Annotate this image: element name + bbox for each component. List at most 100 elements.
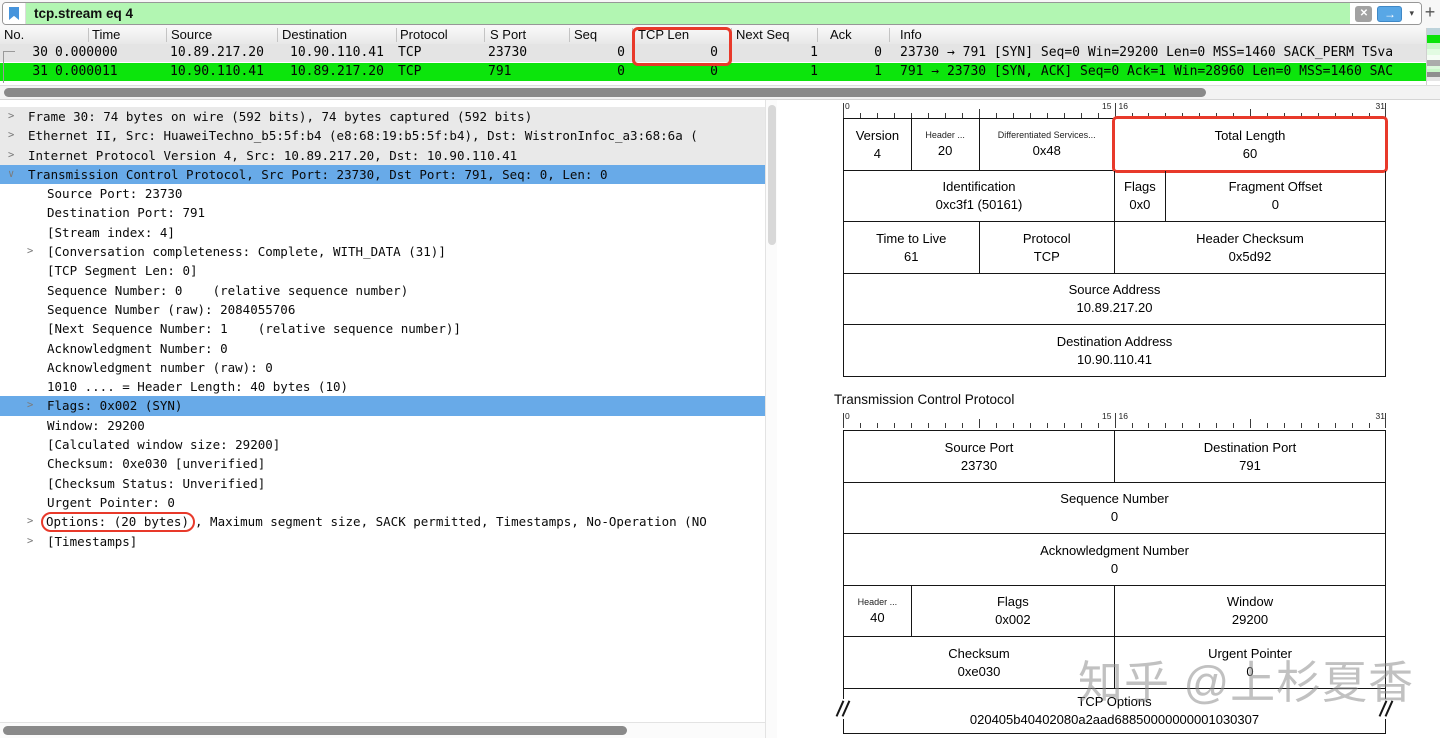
detail-tree-row[interactable]: >Internet Protocol Version 4, Src: 10.89… <box>0 146 765 165</box>
field-fragment-offset[interactable]: Fragment Offset0 <box>1166 171 1386 223</box>
field-source-port[interactable]: Source Port23730 <box>844 431 1115 483</box>
detail-tree-row[interactable]: [Next Sequence Number: 1 (relative seque… <box>0 319 765 338</box>
detail-tree-row[interactable]: Window: 29200 <box>0 416 765 435</box>
column-header-seq[interactable]: Seq <box>574 26 597 44</box>
detail-tree-row[interactable]: >Frame 30: 74 bytes on wire (592 bits), … <box>0 107 765 126</box>
field-identification[interactable]: Identification0xc3f1 (50161) <box>844 171 1115 223</box>
field-time-to-live[interactable]: Time to Live61 <box>844 222 980 274</box>
field-flags[interactable]: Flags0x002 <box>912 586 1115 638</box>
detail-tree-row[interactable]: [Calculated window size: 29200] <box>0 435 765 454</box>
chevron-down-icon[interactable]: ∨ <box>8 165 14 184</box>
display-filter-field[interactable]: tcp.stream eq 4 ✕ → ▾ <box>2 2 1422 25</box>
field-version[interactable]: Version4 <box>844 119 912 171</box>
detail-tree-row[interactable]: Checksum: 0xe030 [unverified] <box>0 454 765 473</box>
field-value: 0x5d92 <box>1229 249 1272 264</box>
field-label: Flags <box>997 594 1029 609</box>
ruler-tick <box>894 423 895 428</box>
field-flags[interactable]: Flags0x0 <box>1115 171 1166 223</box>
detail-tree-row[interactable]: Acknowledgment Number: 0 <box>0 339 765 358</box>
field-protocol[interactable]: ProtocolTCP <box>980 222 1116 274</box>
detail-tree-row[interactable]: Urgent Pointer: 0 <box>0 493 765 512</box>
ruler-label: 16 <box>1119 101 1128 111</box>
column-divider[interactable] <box>166 28 167 42</box>
ruler-tick <box>1047 423 1048 428</box>
ruler-label: 15 <box>1102 101 1111 111</box>
detail-tree-row[interactable]: Sequence Number: 0 (relative sequence nu… <box>0 281 765 300</box>
chevron-right-icon[interactable]: > <box>8 126 14 145</box>
filter-bookmark-button[interactable] <box>3 3 26 24</box>
field-source-address[interactable]: Source Address10.89.217.20 <box>844 274 1386 326</box>
column-header-tcp-len[interactable]: TCP Len <box>638 26 689 44</box>
column-divider[interactable] <box>632 28 633 42</box>
column-header-s-port[interactable]: S Port <box>490 26 526 44</box>
packet-row[interactable]: 310.00001110.90.110.4110.89.217.20TCP791… <box>0 63 1426 81</box>
chevron-right-icon[interactable]: > <box>27 512 33 531</box>
detail-tree-row[interactable]: Destination Port: 791 <box>0 203 765 222</box>
filter-expander-chevron-icon[interactable]: ▾ <box>1407 8 1416 19</box>
detail-tree-row[interactable]: [Stream index: 4] <box>0 223 765 242</box>
field-checksum[interactable]: Checksum0xe030 <box>844 637 1115 689</box>
packet-row[interactable]: 300.00000010.89.217.2010.90.110.41TCP237… <box>0 44 1426 62</box>
column-header-no-[interactable]: No. <box>4 26 24 44</box>
field-header[interactable]: Header ...40 <box>844 586 912 638</box>
field-destination-port[interactable]: Destination Port791 <box>1115 431 1386 483</box>
detail-vscrollbar-thumb[interactable] <box>768 105 776 245</box>
field-value: 020405b40402080a2aad68850000000001030307 <box>970 712 1259 727</box>
column-header-ack[interactable]: Ack <box>830 26 852 44</box>
detail-tree-row[interactable]: Sequence Number (raw): 2084055706 <box>0 300 765 319</box>
column-divider[interactable] <box>817 28 818 42</box>
column-divider[interactable] <box>277 28 278 42</box>
column-header-destination[interactable]: Destination <box>282 26 347 44</box>
detail-tree-row[interactable]: >[Timestamps] <box>0 532 765 551</box>
apply-filter-button[interactable]: → <box>1377 6 1402 22</box>
chevron-right-icon[interactable]: > <box>27 242 33 261</box>
column-divider[interactable] <box>889 28 890 42</box>
column-divider[interactable] <box>484 28 485 42</box>
packet-cell: 0.000000 <box>55 44 125 62</box>
field-destination-address[interactable]: Destination Address10.90.110.41 <box>844 325 1386 377</box>
column-divider[interactable] <box>569 28 570 42</box>
detail-tree-row[interactable]: 1010 .... = Header Length: 40 bytes (10) <box>0 377 765 396</box>
packet-cell: 1 <box>735 63 818 81</box>
detail-tree-row[interactable]: >[Conversation completeness: Complete, W… <box>0 242 765 261</box>
detail-tree-row[interactable]: [Checksum Status: Unverified] <box>0 474 765 493</box>
chevron-right-icon[interactable]: > <box>27 396 33 415</box>
chevron-right-icon[interactable]: > <box>8 107 14 126</box>
field-tcp-options[interactable]: TCP Options020405b40402080a2aad688500000… <box>844 689 1386 734</box>
packet-list-hscrollbar-thumb[interactable] <box>4 88 1206 97</box>
add-filter-button[interactable]: + <box>1422 2 1438 23</box>
column-divider[interactable] <box>396 28 397 42</box>
detail-tree-row[interactable]: >Ethernet II, Src: HuaweiTechno_b5:5f:b4… <box>0 126 765 145</box>
field-header[interactable]: Header ...20 <box>912 119 980 171</box>
filter-input[interactable]: tcp.stream eq 4 <box>26 3 1350 24</box>
field-urgent-pointer[interactable]: Urgent Pointer0 <box>1115 637 1386 689</box>
field-total-length[interactable]: Total Length60 <box>1115 119 1386 171</box>
chevron-right-icon[interactable]: > <box>8 146 14 165</box>
column-divider[interactable] <box>88 28 89 42</box>
field-acknowledgment-number[interactable]: Acknowledgment Number0 <box>844 534 1386 586</box>
field-sequence-number[interactable]: Sequence Number0 <box>844 483 1386 535</box>
ruler-tick <box>1030 423 1031 428</box>
column-header-time[interactable]: Time <box>92 26 120 44</box>
field-differentiated-services[interactable]: Differentiated Services...0x48 <box>980 119 1116 171</box>
column-header-source[interactable]: Source <box>171 26 212 44</box>
detail-tree-text: Urgent Pointer: 0 <box>47 493 175 512</box>
detail-tree-row[interactable]: >Flags: 0x002 (SYN) <box>0 396 765 415</box>
detail-hscrollbar-thumb[interactable] <box>3 726 627 735</box>
field-header-checksum[interactable]: Header Checksum0x5d92 <box>1115 222 1386 274</box>
column-header-next-seq[interactable]: Next Seq <box>736 26 789 44</box>
field-window[interactable]: Window29200 <box>1115 586 1386 638</box>
column-header-info[interactable]: Info <box>900 26 922 44</box>
detail-tree-row[interactable]: >Options: (20 bytes), Maximum segment si… <box>0 512 765 531</box>
field-label: Source Port <box>945 440 1014 455</box>
column-header-protocol[interactable]: Protocol <box>400 26 448 44</box>
clear-filter-button[interactable]: ✕ <box>1355 6 1372 22</box>
detail-tree-row[interactable]: [TCP Segment Len: 0] <box>0 261 765 280</box>
field-value: 61 <box>904 249 918 264</box>
detail-tree-row[interactable]: Acknowledgment number (raw): 0 <box>0 358 765 377</box>
column-divider[interactable] <box>731 28 732 42</box>
detail-tree-row[interactable]: Source Port: 23730 <box>0 184 765 203</box>
packet-list-minimap-scrollbar[interactable] <box>1426 28 1440 86</box>
detail-tree-row[interactable]: ∨Transmission Control Protocol, Src Port… <box>0 165 765 184</box>
chevron-right-icon[interactable]: > <box>27 532 33 551</box>
